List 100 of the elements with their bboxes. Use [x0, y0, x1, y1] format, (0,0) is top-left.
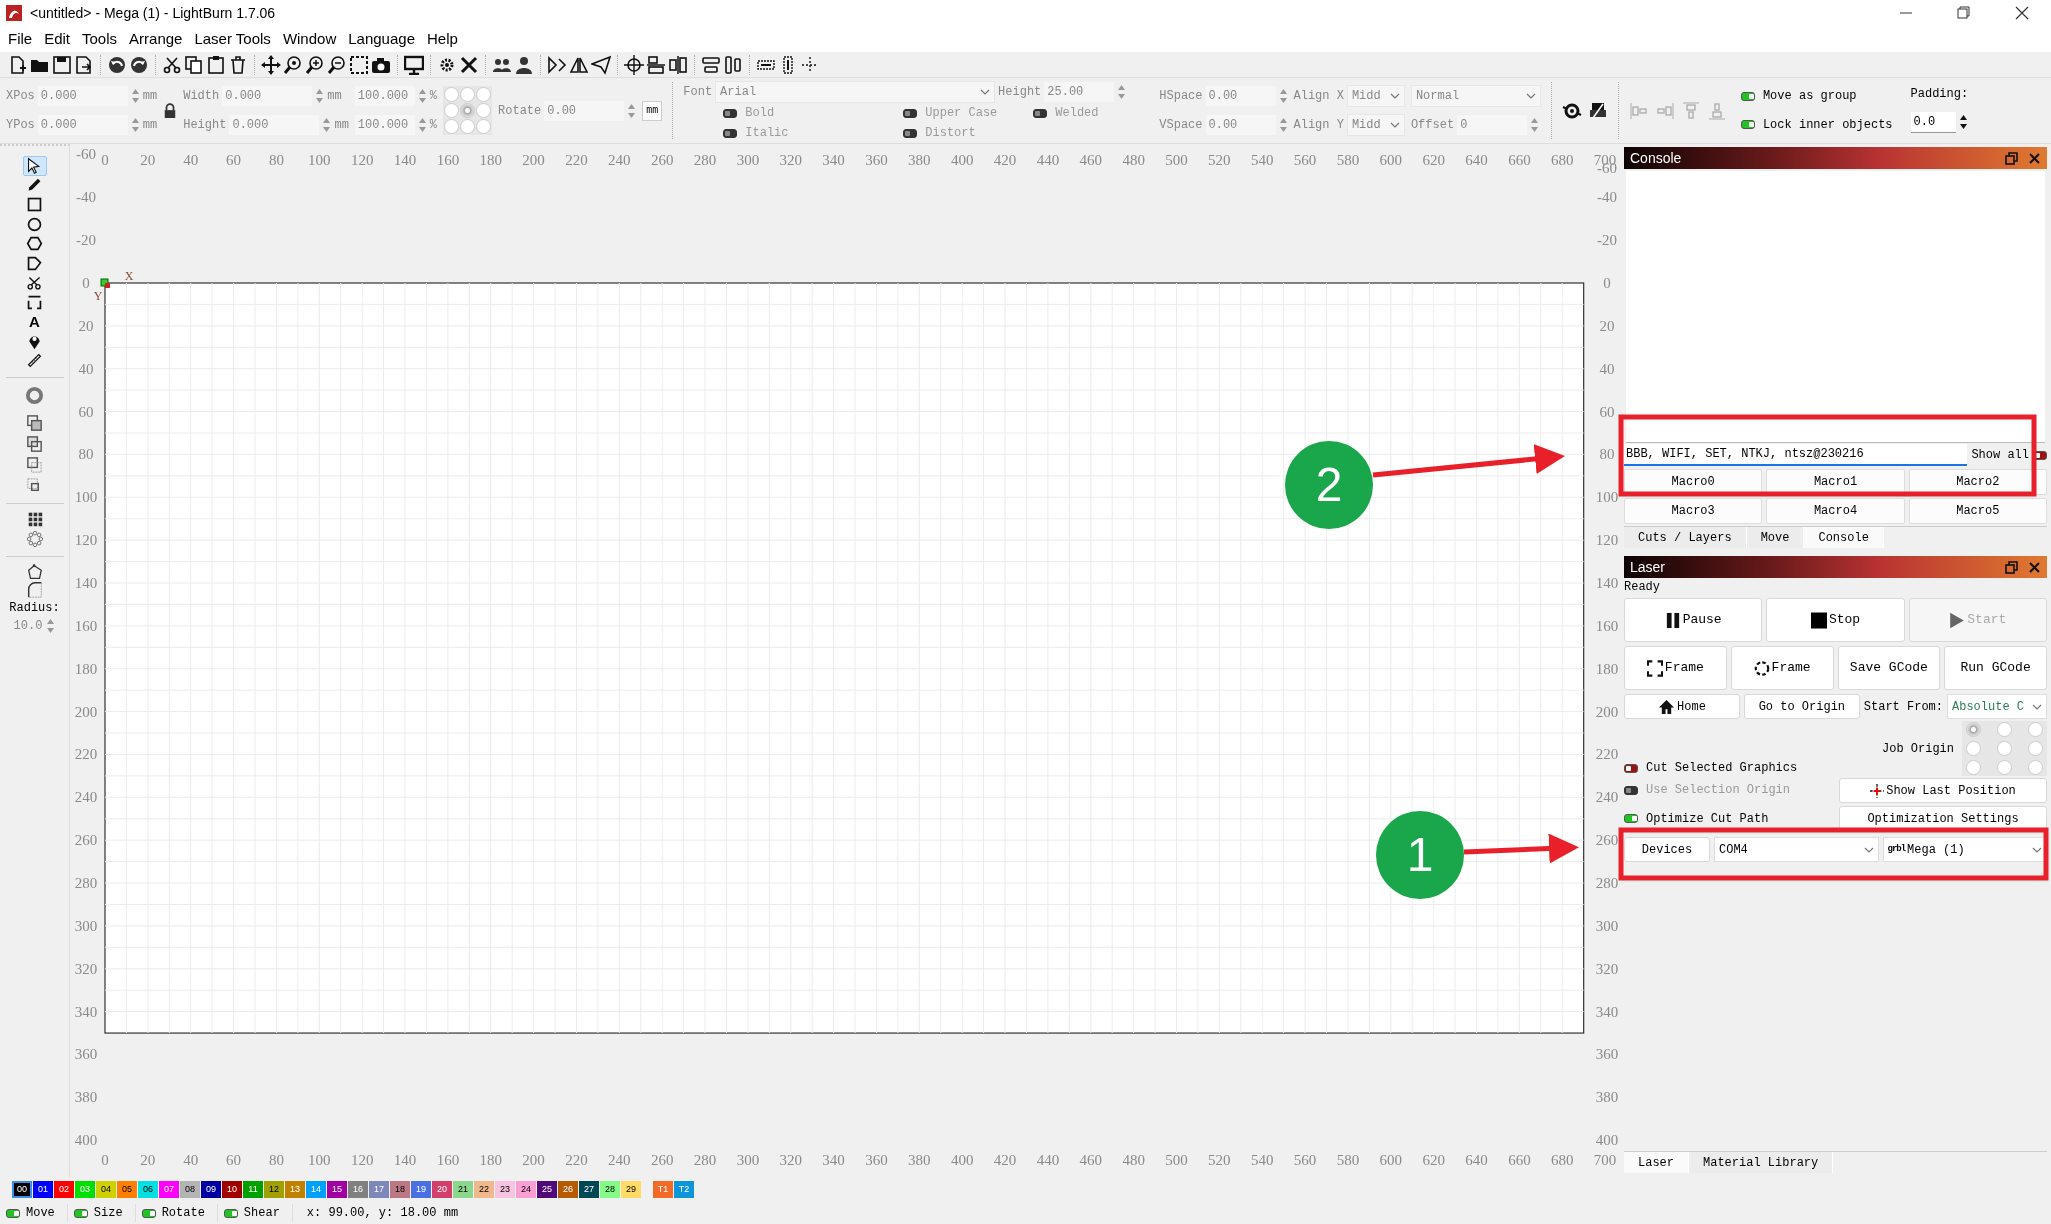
layer-swatch[interactable]: 23 [495, 1181, 515, 1198]
float-icon[interactable] [2005, 151, 2018, 165]
tab[interactable]: Console [1804, 527, 1884, 548]
origin-radio[interactable] [1966, 741, 1981, 756]
origin-radio[interactable] [460, 103, 476, 118]
toggle-switch[interactable] [1740, 91, 1755, 101]
origin-radio[interactable] [1966, 722, 1981, 737]
layer-swatch[interactable]: 15 [327, 1181, 347, 1198]
tab[interactable]: Material Library [1689, 1152, 1834, 1173]
text-tool[interactable]: A [22, 312, 47, 332]
layer-swatch[interactable]: 18 [390, 1181, 410, 1198]
layer-swatch[interactable]: 04 [96, 1181, 116, 1198]
menu-item[interactable]: Tools [76, 25, 124, 53]
layer-swatch[interactable]: 16 [348, 1181, 368, 1198]
restore-icon[interactable] [1957, 6, 1971, 20]
layer-swatch[interactable]: 09 [201, 1181, 221, 1198]
menu-item[interactable]: Language [342, 25, 421, 53]
distribute-icon[interactable] [701, 54, 721, 75]
layer-swatch[interactable]: 26 [558, 1181, 578, 1198]
run-button[interactable]: Pause [1624, 598, 1763, 642]
layer-swatch[interactable]: 28 [600, 1181, 620, 1198]
layer-swatch[interactable]: 10 [222, 1181, 242, 1198]
layer-swatch[interactable]: 24 [516, 1181, 536, 1198]
toggle-switch[interactable] [223, 1208, 238, 1218]
job-button[interactable]: Save GCode [1837, 646, 1941, 690]
origin-radio[interactable] [476, 87, 492, 102]
menu-item[interactable]: Edit [38, 25, 77, 53]
copy-icon[interactable] [184, 54, 204, 75]
layer-swatch[interactable]: 12 [264, 1181, 284, 1198]
zoom-out-icon[interactable] [327, 54, 347, 75]
flip-icon[interactable] [547, 54, 567, 75]
menu-item[interactable]: Window [276, 25, 343, 53]
distribute-icon[interactable] [723, 54, 743, 75]
layer-swatch[interactable]: 27 [579, 1181, 599, 1198]
go-to-origin-button[interactable]: Go to Origin [1743, 694, 1860, 719]
float-icon[interactable] [2005, 560, 2018, 574]
magnifier-icon[interactable] [283, 54, 303, 75]
menu-item[interactable]: File [2, 25, 39, 53]
unit-button[interactable]: mm [642, 100, 663, 121]
rounded-corner-icon[interactable] [25, 580, 44, 599]
origin-radio[interactable] [1997, 741, 2012, 756]
origin-radio[interactable] [1966, 760, 1981, 775]
toggle-switch[interactable] [1624, 814, 1638, 823]
align-boxes-icon[interactable] [668, 54, 688, 75]
layer-swatch[interactable]: 20 [432, 1181, 452, 1198]
origin-radio[interactable] [476, 119, 492, 134]
origin-radio[interactable] [444, 87, 460, 102]
command-field[interactable]: BBB, WIFI, SET, NTKJ, ntsz@230216 [1624, 444, 1968, 466]
overlap-squares-icon[interactable] [25, 455, 44, 475]
origin-radio[interactable] [444, 103, 460, 118]
layer-swatch[interactable]: 21 [453, 1181, 473, 1198]
close-icon[interactable] [2028, 560, 2041, 574]
toggle-switch[interactable] [6, 1208, 20, 1218]
align-boxes-icon[interactable] [646, 54, 666, 75]
origin-radio[interactable] [476, 103, 492, 118]
offset-ring-icon[interactable] [25, 385, 44, 405]
layer-swatch[interactable]: 25 [537, 1181, 557, 1198]
origin-radio[interactable] [2028, 741, 2043, 756]
tab[interactable]: Move [1746, 527, 1805, 548]
job-button[interactable]: Frame [1730, 646, 1834, 690]
layer-swatch[interactable]: 22 [474, 1181, 494, 1198]
home-button[interactable]: Home [1624, 694, 1740, 719]
origin-radio[interactable] [2028, 760, 2043, 775]
pointer-tool[interactable] [22, 156, 47, 176]
run-button[interactable]: Stop [1766, 598, 1905, 642]
number-field[interactable]: 0.0 [1910, 111, 1956, 133]
new-file-icon[interactable] [8, 54, 28, 75]
person-icon[interactable] [514, 54, 534, 75]
monitor-icon[interactable] [404, 54, 424, 75]
origin-radio[interactable] [460, 87, 476, 102]
close-icon[interactable] [2015, 6, 2029, 20]
layer-swatch[interactable]: 02 [54, 1181, 74, 1198]
macro-button[interactable]: Macro3 [1624, 498, 1763, 524]
origin-radio[interactable] [1997, 722, 2012, 737]
toggle-switch[interactable] [1740, 120, 1755, 130]
dashed-frame-icon[interactable] [349, 54, 369, 75]
port-dropdown[interactable]: COM4 [1714, 837, 1879, 862]
paper-plane-icon[interactable] [591, 54, 611, 75]
save-icon[interactable] [52, 54, 72, 75]
toggle-switch[interactable] [141, 1208, 156, 1218]
spin-arrows[interactable] [1958, 114, 1968, 131]
macro-button[interactable]: Macro5 [1908, 498, 2047, 524]
tab[interactable]: Cuts / Layers [1624, 527, 1747, 548]
zoom-in-icon[interactable] [305, 54, 325, 75]
start-from-dropdown[interactable]: Absolute C [1947, 694, 2047, 719]
layer-swatch[interactable]: 00 [12, 1181, 32, 1198]
node-shape-icon[interactable] [25, 562, 44, 581]
close-icon[interactable] [2028, 151, 2041, 165]
job-button[interactable]: Frame [1624, 646, 1727, 690]
layer-swatch[interactable]: 01 [33, 1181, 53, 1198]
layer-swatch[interactable]: 05 [117, 1181, 137, 1198]
origin-radio[interactable] [2028, 722, 2043, 737]
overlap-squares-icon[interactable] [25, 413, 44, 433]
layer-swatch[interactable]: 06 [138, 1181, 158, 1198]
menu-item[interactable]: Laser Tools [188, 25, 277, 53]
overlap-squares-icon[interactable] [25, 434, 44, 454]
macro-button[interactable]: Macro1 [1766, 469, 1905, 495]
lock-icon[interactable] [163, 101, 178, 120]
show-last-position-button[interactable]: Show Last Position [1839, 778, 2047, 803]
layer-swatch[interactable]: 08 [180, 1181, 200, 1198]
